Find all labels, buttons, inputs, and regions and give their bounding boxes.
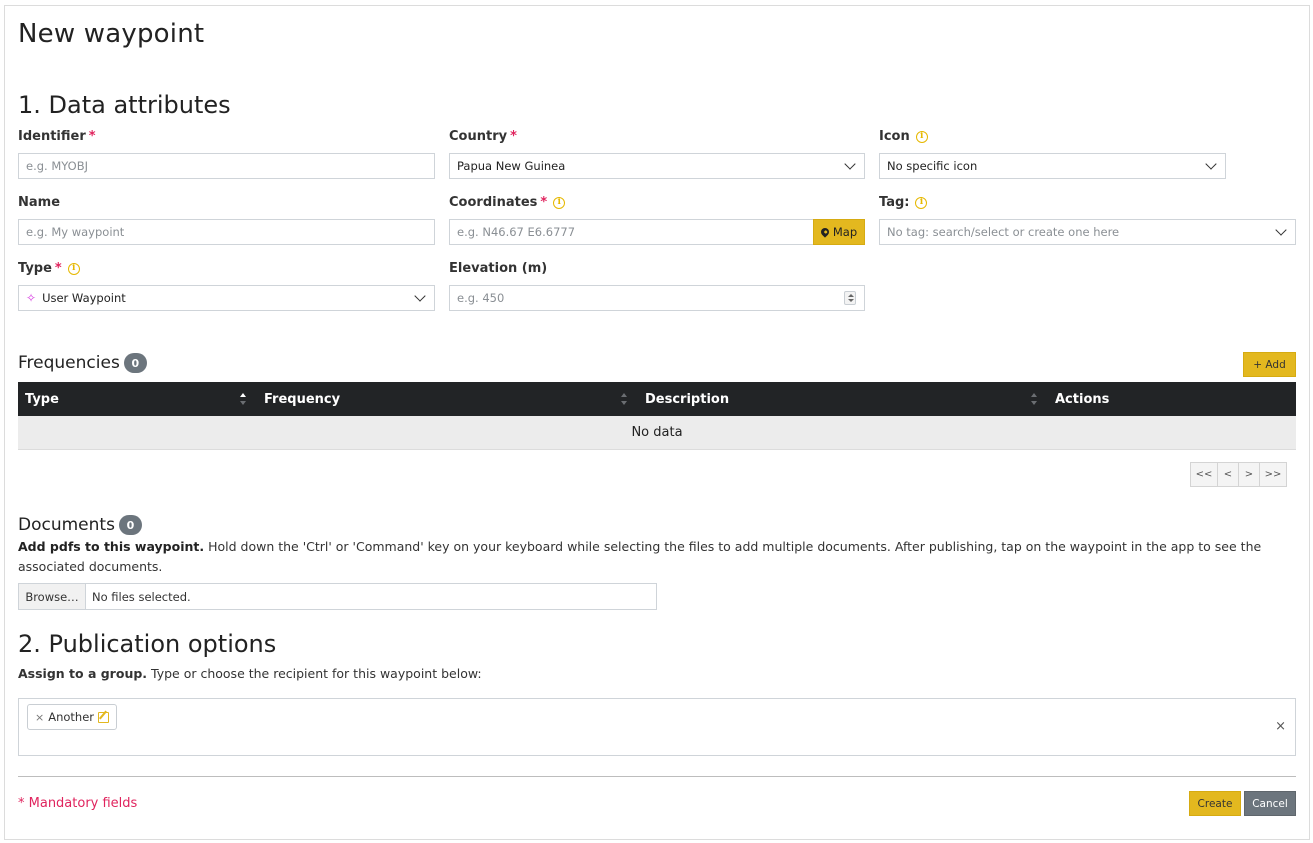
assign-group-text: Type or choose the recipient for this wa… [147,666,482,681]
page-title: New waypoint [18,19,205,49]
elevation-label: Elevation (m) [449,261,547,276]
column-header-actions: Actions [1055,382,1109,416]
name-placeholder: e.g. My waypoint [26,225,125,239]
type-select[interactable]: ✧ User Waypoint [18,285,435,311]
tag-select[interactable]: No tag: search/select or create one here [879,219,1296,245]
icon-value: No specific icon [887,159,978,173]
coordinates-label-text: Coordinates [449,195,538,210]
frequencies-count-badge: 0 [123,353,147,373]
type-value: User Waypoint [42,291,126,305]
file-upload-input[interactable]: Browse… No files selected. [18,583,657,610]
mandatory-fields-note: * Mandatory fields [18,796,138,811]
country-value: Papua New Guinea [457,159,566,173]
column-header-description[interactable]: Description [645,382,729,416]
name-input[interactable]: e.g. My waypoint [18,219,435,245]
chevron-down-icon [1275,224,1287,236]
column-header-type-label: Type [25,391,59,407]
type-label-text: Type [18,261,52,276]
map-button[interactable]: Map [813,219,865,245]
section-title-publication-options: 2. Publication options [18,630,277,658]
sort-icon[interactable] [239,392,247,406]
icon-label: Icon i [879,129,928,144]
country-select[interactable]: Papua New Guinea [449,153,865,179]
required-marker: * [510,129,517,144]
coordinates-input[interactable]: e.g. N46.67 E6.6777 [449,219,814,245]
identifier-placeholder: e.g. MYOBJ [26,159,88,173]
waypoint-star-icon: ✧ [26,291,37,305]
tag-placeholder: No tag: search/select or create one here [887,225,1120,239]
type-label: Type * i [18,261,80,276]
documents-title: Documents [18,515,115,535]
identifier-label-text: Identifier [18,129,86,144]
first-page-button[interactable]: << [1190,462,1218,487]
section-title-data-attributes: 1. Data attributes [18,91,231,119]
required-marker: * [54,261,62,276]
elevation-label-text: Elevation (m) [449,261,548,276]
column-header-frequency-label: Frequency [264,391,341,407]
frequencies-title: Frequencies [18,353,120,373]
file-status: No files selected. [92,589,191,604]
icon-label-text: Icon [879,129,910,144]
identifier-label: Identifier * [18,129,96,144]
documents-heading: Documents 0 [18,515,142,535]
assign-group-bold: Assign to a group. [18,666,148,681]
column-header-description-label: Description [645,391,730,407]
country-label: Country * [449,129,517,144]
info-icon[interactable]: i [553,196,566,209]
documents-instructions-text: Hold down the 'Ctrl' or 'Command' key on… [18,539,1262,574]
chevron-down-icon [1205,158,1217,170]
chevron-down-icon [414,290,426,302]
assign-group-instructions: Assign to a group. Type or choose the re… [18,666,482,681]
column-header-actions-label: Actions [1055,391,1110,407]
column-header-type[interactable]: Type [25,382,59,416]
info-icon[interactable]: i [67,262,80,275]
coordinates-label: Coordinates * i [449,195,566,210]
frequencies-heading: Frequencies 0 [18,353,147,373]
remove-chip-icon[interactable]: × [35,711,44,724]
frequencies-table-header: Type Frequency Description Actions [18,382,1296,416]
identifier-input[interactable]: e.g. MYOBJ [18,153,435,179]
documents-instructions: Add pdfs to this waypoint. Hold down the… [18,537,1280,577]
last-page-button[interactable]: >> [1259,462,1287,487]
cancel-button[interactable]: Cancel [1244,791,1296,816]
edit-icon[interactable] [98,711,110,723]
empty-table-message: No data [18,416,1296,450]
clear-selection-icon[interactable]: × [1275,719,1286,734]
map-button-label: Map [832,225,858,239]
tag-label-text: Tag: [879,195,910,210]
next-page-button[interactable]: > [1238,462,1260,487]
coordinates-placeholder: e.g. N46.67 E6.6777 [457,225,576,239]
name-label: Name [18,195,60,210]
pagination: << < > >> [1190,462,1287,487]
required-marker: * [88,129,96,144]
documents-instructions-bold: Add pdfs to this waypoint. [18,539,205,554]
recipient-chip[interactable]: × Another [27,704,118,730]
required-marker: * [540,195,548,210]
sort-icon[interactable] [1030,392,1038,406]
name-label-text: Name [18,195,61,210]
sort-icon[interactable] [620,392,628,406]
tag-label: Tag: i [879,195,928,210]
country-label-text: Country [449,129,508,144]
recipient-select[interactable]: × Another × [18,698,1296,756]
elevation-placeholder: e.g. 450 [457,291,505,305]
info-icon[interactable]: i [915,130,928,143]
chevron-down-icon [844,158,856,170]
browse-button[interactable]: Browse… [19,584,86,609]
icon-select[interactable]: No specific icon [879,153,1226,179]
footer-divider [18,776,1296,777]
info-icon[interactable]: i [915,196,928,209]
documents-count-badge: 0 [118,515,142,535]
add-frequency-button[interactable]: + Add [1243,352,1296,377]
previous-page-button[interactable]: < [1217,462,1239,487]
create-button[interactable]: Create [1189,791,1241,816]
number-spinner-icon[interactable] [844,291,856,305]
map-pin-icon [819,226,831,238]
column-header-frequency[interactable]: Frequency [264,382,340,416]
elevation-input[interactable]: e.g. 450 [449,285,865,311]
recipient-chip-label: Another [48,710,95,724]
